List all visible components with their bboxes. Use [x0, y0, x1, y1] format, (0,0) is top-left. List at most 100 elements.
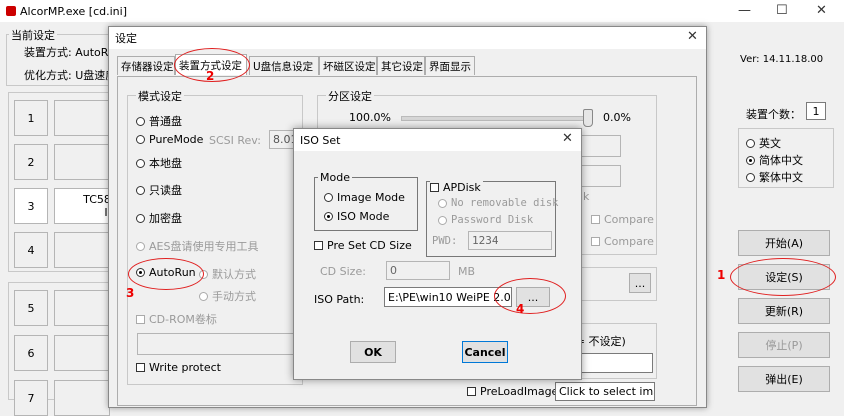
path-browse-button[interactable]: ... — [629, 273, 651, 293]
cdrom-label-checkbox[interactable]: CD-ROM卷标 — [136, 311, 217, 327]
radio-icon — [136, 116, 145, 126]
radio-icon — [438, 215, 447, 225]
checkbox-icon — [467, 387, 476, 396]
no-removable-disk-radio[interactable]: No removable disk — [438, 197, 558, 209]
partition-group-label: 分区设定 — [326, 88, 374, 104]
lang-simplified-chinese[interactable]: 简体中文 — [746, 152, 803, 168]
radio-selected-icon — [324, 212, 333, 221]
current-settings-label: 当前设定 — [9, 27, 57, 43]
cdrom-label-field[interactable] — [137, 333, 295, 355]
preload-image-checkbox[interactable]: PreLoadImage — [467, 385, 558, 398]
setup-close-icon[interactable]: ✕ — [687, 29, 698, 44]
device-count-field[interactable]: 1 — [806, 102, 826, 120]
cd-size-label: CD Size: — [320, 265, 366, 278]
pwd-field[interactable]: 1234 — [468, 231, 552, 250]
cd-size-unit: MB — [458, 265, 476, 278]
port-5[interactable]: 5 — [14, 290, 48, 326]
ok-button[interactable]: OK — [350, 341, 396, 363]
partition-slider-thumb[interactable] — [583, 109, 593, 127]
autorun-manual[interactable]: 手动方式 — [199, 288, 256, 304]
compare-checkbox-2[interactable]: Compare — [591, 235, 654, 248]
eject-button[interactable]: 弹出(E) — [738, 366, 830, 392]
port-4[interactable]: 4 — [14, 232, 48, 268]
update-button[interactable]: 更新(R) — [738, 298, 830, 324]
mode-group-label: 模式设定 — [136, 88, 184, 104]
tab-interface[interactable]: 界面显示 — [425, 56, 475, 75]
port-info-3: TC58 I — [54, 188, 111, 224]
partial-disk-label: k — [583, 190, 590, 203]
checkbox-icon — [591, 215, 600, 224]
iso-set-dialog: ISO Set ✕ Mode Image Mode ISO Mode APDis… — [293, 128, 582, 380]
port-2[interactable]: 2 — [14, 144, 48, 180]
mode-encrypted[interactable]: 加密盘 — [136, 210, 182, 226]
port-info-4 — [54, 232, 110, 268]
checkbox-icon — [314, 241, 323, 250]
tab-other[interactable]: 其它设定 — [377, 56, 425, 75]
port-info-line1: TC58 — [83, 193, 111, 206]
stop-button[interactable]: 停止(P) — [738, 332, 830, 358]
minimize-icon[interactable]: — — [738, 3, 751, 18]
maximize-icon[interactable]: ☐ — [776, 3, 788, 18]
apdisk-checkbox[interactable]: APDisk — [430, 181, 483, 194]
port-info-1 — [54, 100, 110, 136]
port-info-6 — [54, 335, 110, 371]
lang-traditional-chinese[interactable]: 繁体中文 — [746, 169, 803, 185]
iso-mode-label: Mode — [318, 171, 352, 184]
checkbox-icon — [136, 314, 145, 324]
main-window-title: AlcorMP.exe [cd.ini] — [20, 4, 127, 18]
iso-path-label: ISO Path: — [314, 293, 365, 306]
checkbox-icon — [136, 363, 145, 372]
radio-icon — [746, 172, 755, 182]
radio-icon — [136, 158, 145, 168]
compare-checkbox-1[interactable]: Compare — [591, 213, 654, 226]
radio-icon — [136, 135, 145, 144]
iso-titlebar: ISO Set — [294, 129, 581, 151]
annotation-4: 4 — [516, 302, 525, 316]
scsi-rev-label: SCSI Rev: — [209, 134, 261, 147]
radio-icon — [199, 291, 208, 301]
port-1[interactable]: 1 — [14, 100, 48, 136]
radio-icon — [136, 213, 145, 223]
setup-titlebar: 设定 — [109, 27, 706, 49]
autorun-default[interactable]: 默认方式 — [199, 266, 256, 282]
port-3[interactable]: 3 — [14, 188, 48, 224]
annotation-ring-autorun — [128, 258, 204, 290]
port-7[interactable]: 7 — [14, 380, 48, 416]
iso-mode-radio[interactable]: ISO Mode — [324, 210, 389, 223]
annotation-2: 2 — [206, 69, 215, 83]
partition-left-percent: 100.0% — [349, 111, 391, 124]
pre-set-cd-size-checkbox[interactable]: Pre Set CD Size — [314, 239, 412, 252]
pwd-label: PWD: — [432, 235, 458, 247]
setup-dialog-title: 设定 — [115, 32, 137, 45]
mode-normal[interactable]: 普通盘 — [136, 113, 182, 129]
lang-english[interactable]: 英文 — [746, 135, 781, 151]
partition-slider-track[interactable] — [401, 116, 593, 121]
password-disk-radio[interactable]: Password Disk — [438, 214, 533, 226]
checkbox-icon — [430, 183, 439, 192]
tab-storage[interactable]: 存储器设定 — [117, 56, 175, 75]
port-info-2 — [54, 144, 110, 180]
port-6[interactable]: 6 — [14, 335, 48, 371]
cd-size-field[interactable]: 0 — [386, 261, 450, 280]
cancel-button[interactable]: Cancel — [462, 341, 508, 363]
partition-field-1[interactable] — [581, 135, 621, 157]
tab-bad-sector[interactable]: 坏磁区设定 — [319, 56, 377, 75]
annotation-ring-settings — [730, 258, 836, 296]
preload-image-field[interactable]: Click to select image — [555, 382, 655, 401]
tab-usb-info[interactable]: U盘信息设定 — [249, 56, 319, 75]
version-label: Ver: 14.11.18.00 — [740, 54, 824, 65]
mode-readonly[interactable]: 只读盘 — [136, 182, 182, 198]
radio-icon — [746, 138, 755, 148]
image-mode-radio[interactable]: Image Mode — [324, 191, 405, 204]
mode-aes[interactable]: AES盘请使用专用工具 — [136, 238, 258, 254]
partition-field-2[interactable] — [581, 165, 621, 187]
start-button[interactable]: 开始(A) — [738, 230, 830, 256]
port-info-5 — [54, 290, 110, 326]
iso-close-icon[interactable]: ✕ — [562, 131, 573, 146]
mode-puremode[interactable]: PureMode — [136, 133, 203, 146]
close-icon[interactable]: ✕ — [816, 3, 827, 18]
write-protect-checkbox[interactable]: Write protect — [136, 361, 221, 374]
iso-path-field[interactable]: E:\PE\win10 WeiPE 2.0 — [384, 287, 512, 307]
annotation-1: 1 — [717, 268, 726, 282]
mode-local-disk[interactable]: 本地盘 — [136, 155, 182, 171]
